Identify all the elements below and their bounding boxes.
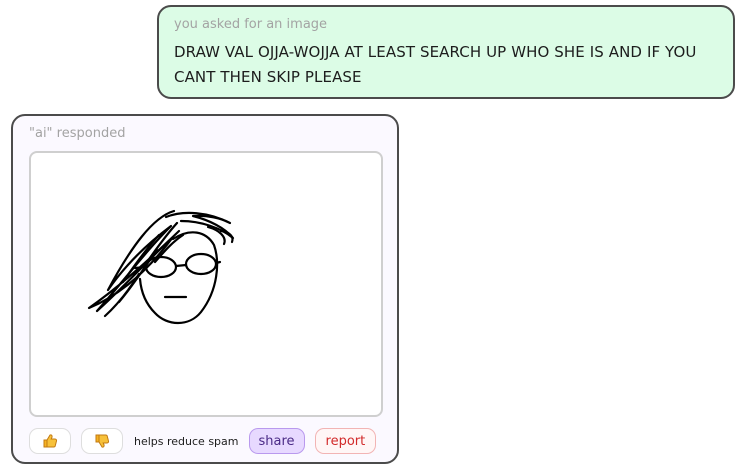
response-label: "ai" responded [29, 126, 126, 141]
report-button[interactable]: report [314, 428, 377, 454]
share-button[interactable]: share [248, 428, 305, 454]
thumbs-up-icon [43, 434, 58, 448]
image-request-bubble: you asked for an image DRAW VAL OJJA-WOJ… [157, 5, 735, 99]
thumbs-up-button[interactable] [29, 428, 71, 454]
thumbs-down-button[interactable] [81, 428, 123, 454]
request-text: DRAW VAL OJJA-WOJJA AT LEAST SEARCH UP W… [174, 43, 697, 86]
thumbs-down-icon [95, 434, 110, 448]
request-label: you asked for an image [174, 17, 328, 32]
helps-reduce-spam-text: helps reduce spam [134, 434, 239, 448]
ai-response-card: "ai" responded helps reduce spam share r… [11, 114, 399, 464]
generated-image-frame [29, 151, 383, 417]
generated-sketch-image [87, 209, 235, 325]
response-actions: helps reduce spam share report [29, 427, 377, 455]
